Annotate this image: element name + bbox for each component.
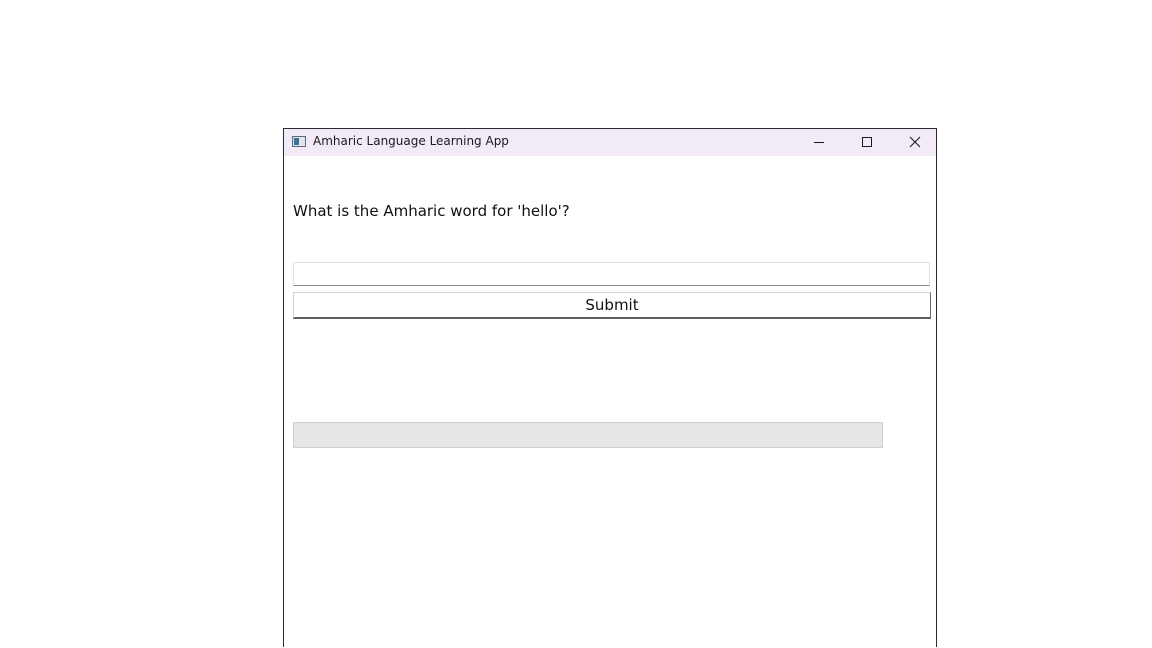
close-button[interactable] <box>890 129 936 156</box>
title-bar[interactable]: Amharic Language Learning App <box>284 129 936 156</box>
question-label: What is the Amharic word for 'hello'? <box>293 202 570 220</box>
minimize-icon <box>814 142 824 143</box>
submit-button[interactable]: Submit <box>293 292 931 319</box>
app-window: Amharic Language Learning App What is th… <box>283 128 937 647</box>
answer-input[interactable] <box>293 262 930 286</box>
window-title: Amharic Language Learning App <box>313 134 509 148</box>
maximize-button[interactable] <box>844 129 890 156</box>
maximize-icon <box>862 137 872 147</box>
close-icon <box>909 136 921 148</box>
app-window-icon <box>292 136 306 147</box>
progress-bar <box>293 422 883 448</box>
minimize-button[interactable] <box>796 129 842 156</box>
